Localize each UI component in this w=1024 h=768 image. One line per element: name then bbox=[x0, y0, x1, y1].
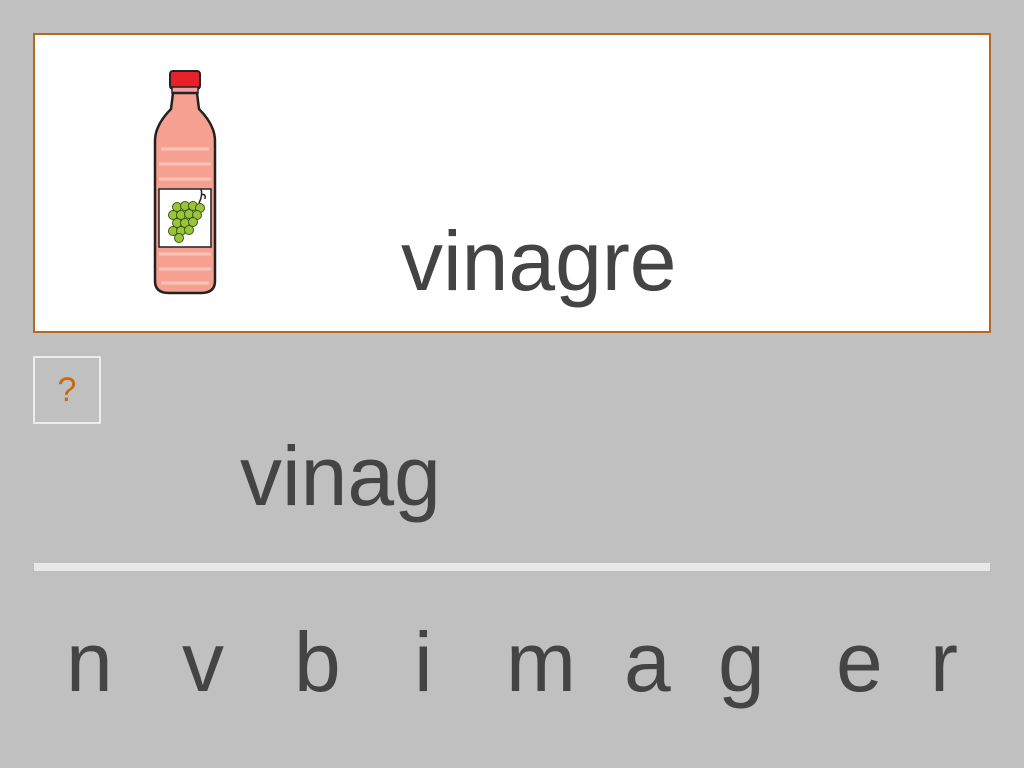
divider bbox=[34, 563, 990, 571]
letter-tile[interactable]: v bbox=[182, 620, 224, 704]
letter-tile[interactable]: n bbox=[66, 620, 113, 704]
letter-tile[interactable]: a bbox=[624, 620, 671, 704]
letter-tile[interactable]: e bbox=[836, 620, 883, 704]
word-card: vinagre bbox=[33, 33, 991, 333]
target-word: vinagre bbox=[401, 214, 677, 308]
vinegar-bottle-icon bbox=[153, 70, 217, 295]
help-button[interactable]: ? bbox=[33, 356, 101, 424]
letter-tile[interactable]: m bbox=[506, 620, 576, 704]
letter-choices: n v b i m a g e r bbox=[0, 620, 1024, 720]
letter-tile[interactable]: i bbox=[414, 620, 433, 704]
answer-text: vinag bbox=[240, 429, 441, 523]
letter-tile[interactable]: g bbox=[718, 620, 765, 704]
letter-tile[interactable]: r bbox=[930, 620, 958, 704]
letter-tile[interactable]: b bbox=[294, 620, 341, 704]
